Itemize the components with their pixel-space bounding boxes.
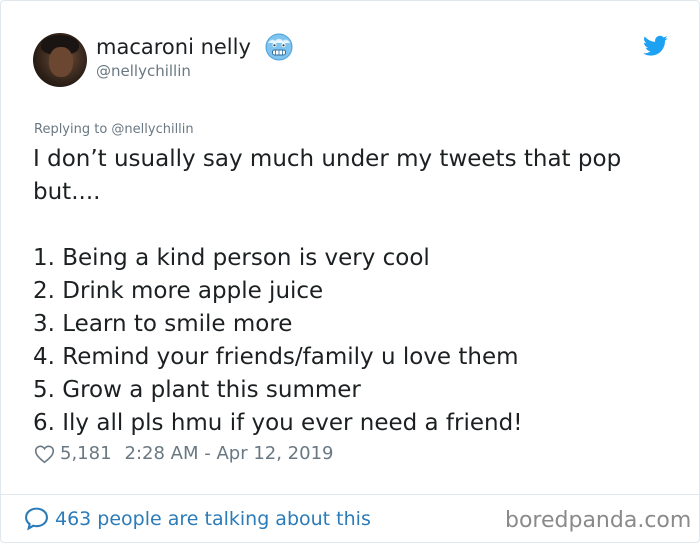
avatar[interactable] [33, 33, 87, 87]
talking-about-label[interactable]: 463 people are talking about this [55, 508, 371, 530]
tweet-card: macaroni nelly @nellychillin Replying to… [0, 0, 700, 543]
tweet-line: I don’t usually say much under my tweets… [33, 146, 622, 172]
divider [1, 494, 699, 495]
talking-about-link[interactable]: 463 people are talking about this [24, 506, 371, 531]
watermark: boredpanda.com [505, 508, 692, 533]
tweet-list-item: 5. Grow a plant this summer [33, 377, 361, 403]
tweet-line: but.... [33, 179, 101, 205]
like-count[interactable]: 5,181 [60, 443, 112, 464]
tweet-list-item: 4. Remind your friends/family u love the… [33, 344, 519, 370]
tweet-timestamp[interactable]: 2:28 AM - Apr 12, 2019 [125, 443, 334, 464]
tweet-list-item: 2. Drink more apple juice [33, 278, 324, 304]
tweet-meta: 5,181 2:28 AM - Apr 12, 2019 [34, 443, 333, 464]
author-display-name[interactable]: macaroni nelly [96, 35, 251, 59]
speech-bubble-icon [25, 507, 48, 531]
avatar-face [49, 47, 73, 77]
author-handle[interactable]: @nellychillin [96, 62, 191, 80]
replying-to-label[interactable]: Replying to @nellychillin [34, 122, 194, 137]
tweet-list-item: 1. Being a kind person is very cool [33, 245, 430, 271]
tweet-list-item: 3. Learn to smile more [33, 311, 293, 337]
tweet-list-item: 6. Ily all pls hmu if you ever need a fr… [33, 410, 523, 436]
cold-face-emoji-icon [265, 33, 293, 61]
twitter-bird-icon[interactable] [643, 35, 668, 57]
tweet-text: I don’t usually say much under my tweets… [33, 143, 673, 440]
heart-icon[interactable] [34, 444, 55, 464]
